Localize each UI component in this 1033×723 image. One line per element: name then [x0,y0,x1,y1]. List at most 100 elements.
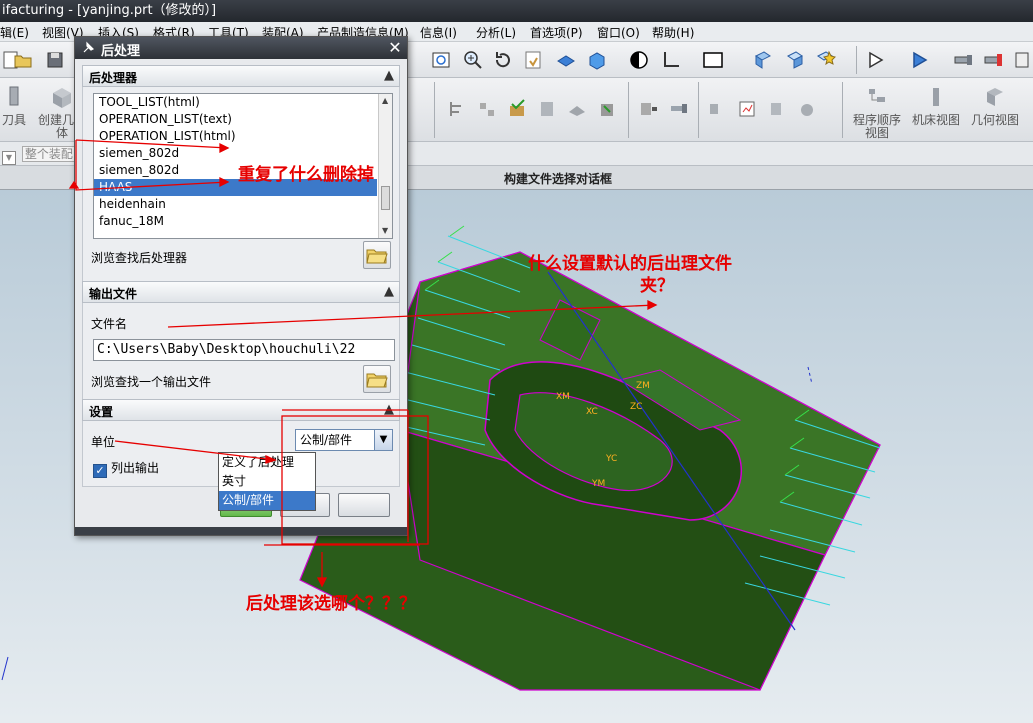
unit-option-selected[interactable]: 公制/部件 [219,491,315,510]
gouge-check-icon[interactable] [668,98,690,120]
open-folder-icon [366,249,388,264]
menu-edit[interactable]: 辑(E) [0,24,29,41]
axis-label-xm: XM [556,392,570,402]
operation-icon-5[interactable] [566,98,588,120]
browse-output-button[interactable] [363,365,391,393]
axis-label-zc: ZC [630,402,642,412]
section-output-file-header[interactable]: 输出文件 ▲ [82,281,400,303]
save-icon[interactable] [44,49,66,71]
pan-icon[interactable] [522,49,544,71]
select-body-icon[interactable] [784,49,806,71]
browse-postprocessor-label: 浏览查找后处理器 [91,251,188,265]
list-toolpath-icon[interactable] [638,98,660,120]
tool-icon-a[interactable] [706,98,728,120]
tool-icon-c[interactable] [766,98,788,120]
file-name-label: 文件名 [91,317,128,331]
postprocessor-item[interactable]: fanuc_18M [94,213,377,230]
axis-label-yc: YC [605,454,617,464]
annotation-default-folder-2: 夹？ [640,276,674,296]
geometry-icon [48,84,76,112]
dialog-title-bar[interactable]: 后处理 ✕ [75,37,407,59]
chevron-up-icon: ▲ [384,284,394,299]
toolbar-separator [698,82,699,138]
shading-icon[interactable] [628,49,650,71]
unit-options-list[interactable]: 定义了后处理 英寸 公制/部件 [218,452,316,511]
simulate-icon[interactable] [952,49,974,71]
section-output-file-body: 文件名 C:\Users\Baby\Desktop\houchuli\22 浏览… [82,303,400,401]
status-prompt: 构建文件选择对话框 [504,172,613,186]
tool-icon [0,84,28,112]
dialog-bottom-border [75,527,407,535]
menu-window[interactable]: 窗口(O) [597,24,640,41]
wcs-icon[interactable] [660,49,682,71]
tool-path-icon[interactable] [866,49,888,71]
pin-icon[interactable] [81,41,95,55]
menu-help[interactable]: 帮助(H) [652,24,694,41]
open-folder-icon[interactable] [12,49,34,71]
axis-label-ym: YM [591,479,605,489]
file-name-field[interactable]: C:\Users\Baby\Desktop\houchuli\22 [93,339,395,361]
operation-icon-2[interactable] [476,98,498,120]
menu-preferences[interactable]: 首选项(P) [530,24,583,41]
chevron-up-icon: ▲ [384,402,394,417]
postprocessor-item[interactable]: TOOL_LIST(html) [94,94,377,111]
menu-analysis[interactable]: 分析(L) [476,24,516,41]
zoom-icon[interactable] [462,49,484,71]
selection-scope-dropdown[interactable]: ▼ 整个装配 [2,145,76,165]
axis-label-xc: XC [586,407,598,417]
cancel-button[interactable] [338,493,390,517]
open-folder-icon [366,373,388,388]
shop-doc-icon[interactable] [1012,49,1033,71]
geometry-view-icon [981,84,1009,112]
section-postprocessor-header[interactable]: 后处理器 ▲ [82,65,400,87]
dialog-title: 后处理 [101,44,141,59]
create-tool-button[interactable]: 刀具 [0,84,28,127]
unit-option[interactable]: 英寸 [219,472,315,491]
render-style-icon[interactable] [586,49,608,71]
operation-icon-6[interactable] [596,98,618,120]
window-title-bar: ifacturing - [yanjing.prt（修改的）] [0,0,1033,22]
list-scrollbar[interactable]: ▲ ▼ [378,94,392,238]
menu-info[interactable]: 信息(I) [420,24,457,41]
tool-icon-b[interactable] [736,98,758,120]
rotate-icon[interactable] [492,49,514,71]
verify-toolpath-icon[interactable] [910,49,932,71]
tool-icon-d[interactable] [796,98,818,120]
browse-postprocessor-button[interactable] [363,241,391,269]
machine-view-button[interactable]: 机床视图 [910,84,962,127]
geometry-view-button[interactable]: 几何视图 [968,84,1022,127]
program-order-view-button[interactable]: 程序顺序视图 [848,84,906,140]
postprocessor-item[interactable]: OPERATION_LIST(html) [94,128,377,145]
chevron-down-icon[interactable]: ▼ [374,430,392,450]
section-settings-header[interactable]: 设置 ▲ [82,399,400,421]
postprocessor-item[interactable]: OPERATION_LIST(text) [94,111,377,128]
operation-icon-4[interactable] [536,98,558,120]
orient-view-icon[interactable] [555,49,577,71]
wcs-triad-line [1,656,9,681]
zoom-window-icon[interactable] [430,49,452,71]
annotation-duplicate: 重复了什么删除掉 [238,165,374,185]
select-face-icon[interactable] [752,49,774,71]
window-title: ifacturing - [yanjing.prt（修改的）] [2,3,217,18]
axis-label-zm: ZM [636,381,650,391]
scroll-up-icon[interactable]: ▲ [382,96,388,105]
snap-point-icon[interactable] [814,49,836,71]
postprocess-icon[interactable] [982,49,1004,71]
section-postprocessor-body: TOOL_LIST(html) OPERATION_LIST(text) OPERA… [82,87,400,283]
postprocessor-item[interactable]: heidenhain [94,196,377,213]
toolbar-separator [434,82,435,138]
list-output-checkbox[interactable]: ✓ 列出输出 [93,459,159,478]
operation-icon-1[interactable] [446,98,468,120]
chevron-down-icon: ▼ [2,151,16,165]
background-icon[interactable] [702,49,724,71]
chevron-up-icon: ▲ [384,68,394,83]
annotation-which-post: 后处理该选哪个？？？ [246,594,416,614]
unit-option[interactable]: 定义了后处理 [219,453,315,472]
toolbar-separator [842,82,843,138]
close-icon[interactable]: ✕ [386,39,404,57]
unit-select[interactable]: 公制/部件 ▼ [295,429,393,451]
scroll-thumb[interactable] [381,186,390,210]
scroll-down-icon[interactable]: ▼ [382,226,388,235]
operation-icon-3[interactable] [506,98,528,120]
checkmark-icon: ✓ [93,464,107,478]
